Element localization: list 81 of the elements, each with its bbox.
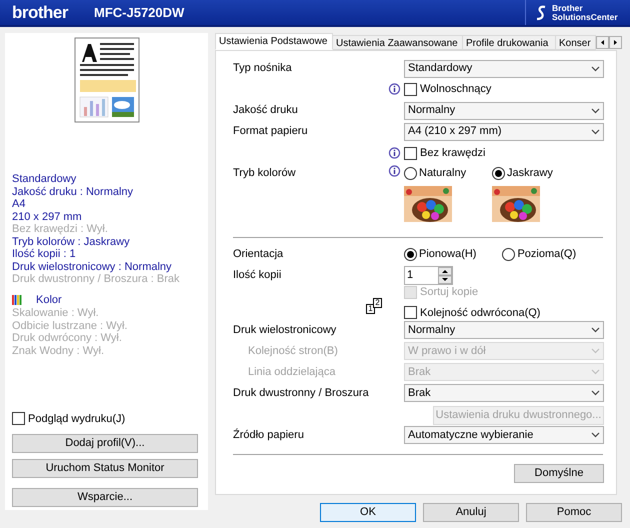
- solutions-center-label: Brother SolutionsCenter: [552, 4, 618, 22]
- field-label: Tryb kolorów: [233, 166, 297, 181]
- summary-line: Druk wielostronicowy : Normalny: [12, 260, 173, 273]
- dropdown[interactable]: Automatyczne wybieranie: [404, 426, 604, 444]
- field-label: Jakość druku: [233, 103, 299, 118]
- checkbox-label: Bez krawędzi: [420, 146, 486, 162]
- radio-button[interactable]: [404, 166, 417, 180]
- summary-line: Bez krawędzi : Wył.: [12, 223, 109, 236]
- scroll-right-icon[interactable]: [609, 36, 622, 49]
- field-label: Źródło papieru: [233, 428, 305, 443]
- tab[interactable]: Konser: [555, 35, 596, 50]
- field-label: Druk wielostronicowy: [233, 322, 338, 338]
- radio-label: Jaskrawy: [507, 166, 553, 181]
- field-label: Linia oddzielająca: [247, 364, 336, 380]
- radio-label: Pionowa(H): [419, 246, 476, 262]
- checkbox[interactable]: [404, 147, 417, 160]
- summary-line: Znak Wodny : Wył.: [12, 344, 106, 357]
- chevron-down-icon: [591, 327, 600, 333]
- summary-line: Druk odwrócony : Wył.: [12, 332, 123, 344]
- checkbox-label: Wolnoschnący: [420, 82, 492, 98]
- chevron-down-icon: [591, 128, 600, 134]
- dropdown[interactable]: Normalny: [404, 321, 604, 339]
- button[interactable]: Uruchom Status Monitor: [12, 459, 198, 478]
- field-label: Orientacja: [233, 246, 284, 262]
- summary-line: Skalowanie : Wył.: [12, 307, 100, 320]
- field-label: Kolejność stron(B): [247, 344, 339, 359]
- dropdown[interactable]: A4 (210 x 297 mm): [404, 122, 604, 140]
- chevron-down-icon: [591, 369, 600, 375]
- scroll-left-icon[interactable]: [596, 36, 609, 49]
- dialog-button[interactable]: OK: [320, 503, 416, 522]
- chevron-down-icon: [591, 348, 600, 354]
- dropdown[interactable]: Normalny: [404, 102, 604, 120]
- radio-button[interactable]: [492, 166, 505, 180]
- info-icon[interactable]: [388, 147, 401, 160]
- summary-line: Tryb kolorów : Jaskrawy: [12, 236, 131, 248]
- radio-button[interactable]: [502, 248, 516, 260]
- chevron-down-icon: [591, 390, 600, 396]
- info-icon[interactable]: [388, 165, 401, 178]
- model-name: MFC-J5720DW: [94, 4, 184, 22]
- spin-arrows-icon[interactable]: [438, 266, 452, 284]
- dropdown[interactable]: Brak: [404, 384, 604, 402]
- solutions-center-button[interactable]: Brother SolutionsCenter: [525, 0, 630, 25]
- summary-line: Standardowy: [12, 173, 78, 186]
- swoosh-icon: [534, 4, 548, 20]
- dropdown[interactable]: Standardowy: [404, 60, 604, 78]
- radio-button[interactable]: [404, 248, 417, 260]
- field-label: Format papieru: [233, 124, 309, 140]
- chevron-down-icon: [591, 108, 600, 114]
- summary-line: Ilość kopii : 1: [12, 248, 77, 260]
- checkbox-label: Kolejność odwrócona(Q): [420, 306, 540, 320]
- checkbox[interactable]: [12, 412, 25, 426]
- info-icon[interactable]: [388, 83, 401, 96]
- brand-logo: brother: [12, 2, 70, 24]
- summary-line: Jakość druku : Normalny: [12, 186, 134, 198]
- summary-line: Odbicie lustrzane : Wył.: [12, 320, 128, 332]
- copies-spinner[interactable]: 1: [404, 266, 453, 284]
- tab[interactable]: Ustawienia Zaawansowane: [332, 35, 463, 50]
- radio-label: Pozioma(Q): [517, 246, 576, 262]
- field-label: Druk dwustronny / Broszura: [233, 386, 370, 401]
- summary-line: A4: [12, 198, 26, 210]
- button[interactable]: Wsparcie...: [12, 488, 198, 507]
- chevron-down-icon: [591, 432, 600, 438]
- button[interactable]: Dodaj profil(V)...: [12, 434, 198, 453]
- checkbox-label: Podgląd wydruku(J): [28, 412, 126, 426]
- summary-line: 210 x 297 mm: [12, 210, 83, 223]
- color-bars-icon: [12, 294, 23, 305]
- checkbox[interactable]: [404, 306, 417, 320]
- page-preview-icon: [74, 37, 140, 123]
- dialog-button[interactable]: Pomoc: [526, 503, 622, 522]
- chevron-down-icon: [591, 66, 600, 72]
- field-label: Typ nośnika: [233, 61, 293, 76]
- checkbox-label: Sortuj kopie: [420, 285, 478, 300]
- field-label: Ilość kopii: [233, 268, 282, 283]
- button[interactable]: Domyślne: [514, 464, 604, 482]
- summary-line: Kolor: [36, 294, 62, 306]
- radio-label: Naturalny: [419, 166, 466, 181]
- tab[interactable]: Profile drukowania: [462, 35, 556, 50]
- summary-line: Druk dwustronny / Broszura : Brak: [12, 273, 181, 286]
- tab[interactable]: Ustawienia Podstawowe: [215, 33, 333, 50]
- checkbox[interactable]: [404, 83, 417, 96]
- dialog-button[interactable]: Anuluj: [423, 503, 519, 522]
